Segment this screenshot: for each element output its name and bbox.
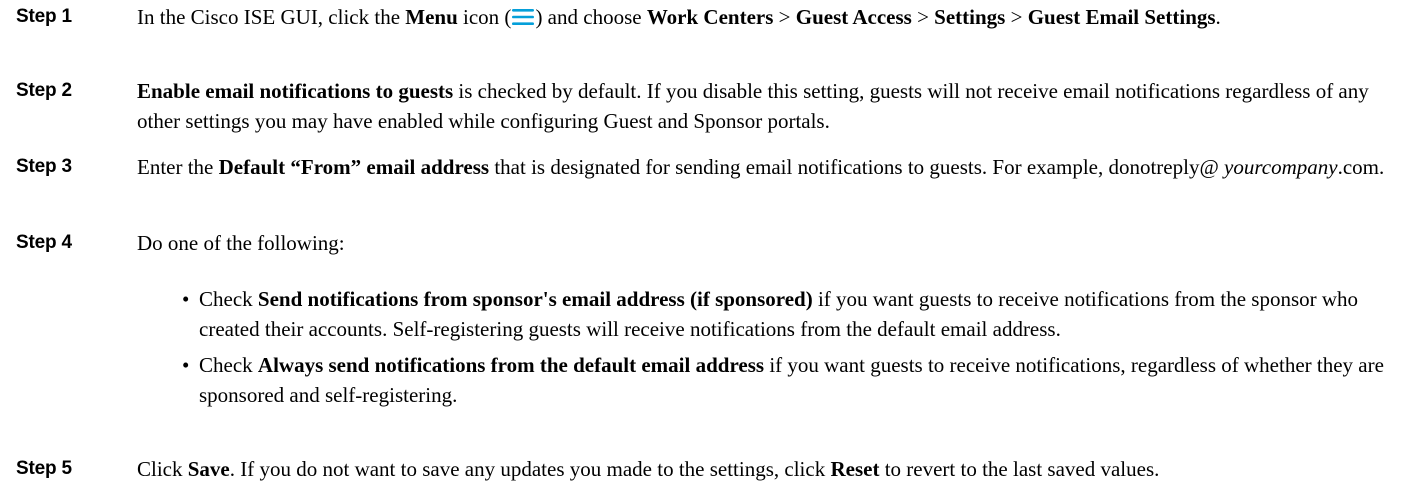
list-item: • Check Send notifications from sponsor's… [182, 284, 1422, 344]
reset-term: Reset [830, 457, 880, 481]
menu-path-guest-email-settings: Guest Email Settings [1027, 5, 1216, 29]
step-text: In the Cisco ISE GUI, click the Menu ico… [137, 2, 1417, 32]
step-text: Click Save. If you do not want to save a… [137, 454, 1417, 484]
step-text: Enter the Default “From” email address t… [137, 152, 1417, 182]
text-run: .com. [1337, 155, 1385, 179]
menu-path-guest-access: Guest Access [795, 5, 912, 29]
text-run: to revert to the last saved values. [879, 457, 1160, 481]
step-4-options: • Check Send notifications from sponsor's… [182, 284, 1422, 410]
step-label: Step 1 [16, 6, 72, 27]
text-run: icon ( [457, 5, 512, 29]
text-run: Check [199, 287, 258, 311]
setting-name: Enable email notifications to guests [137, 79, 454, 103]
option-name: Always send notifications from the defau… [257, 353, 765, 377]
document-page: { "steps": [ { "label": "Step 1", "segme… [0, 0, 1426, 492]
text-run: Enter the [137, 155, 219, 179]
text-run: Click [137, 457, 188, 481]
menu-path-work-centers: Work Centers [646, 5, 774, 29]
bullet-icon: • [182, 353, 190, 377]
step-label: Step 2 [16, 80, 72, 101]
step-text: Enable email notifications to guests is … [137, 76, 1417, 136]
path-separator: > [773, 5, 796, 29]
menu-term: Menu [405, 5, 458, 29]
text-run: In the Cisco ISE GUI, click the [137, 5, 406, 29]
text-run: Do one of the following: [137, 231, 345, 255]
text-run: that is designated for sending email not… [489, 155, 1225, 179]
option-name: Send notifications from sponsor's email … [257, 287, 813, 311]
step-label: Step 4 [16, 232, 72, 253]
bullet-icon: • [182, 287, 190, 311]
text-run: Check [199, 353, 258, 377]
path-separator: > [911, 5, 935, 29]
placeholder-text: yourcompany [1224, 155, 1338, 179]
setting-name: Default “From” email address [218, 155, 490, 179]
step-label: Step 3 [16, 156, 72, 177]
list-item: • Check Always send notifications from th… [182, 350, 1422, 410]
hamburger-menu-icon [512, 9, 535, 25]
text-run: . If you do not want to save any updates… [229, 457, 831, 481]
menu-path-settings: Settings [934, 5, 1006, 29]
path-separator: > [1005, 5, 1028, 29]
step-text: Do one of the following: [137, 228, 1417, 258]
save-term: Save [187, 457, 230, 481]
step-label: Step 5 [16, 458, 72, 479]
text-run: . [1215, 5, 1221, 29]
text-run: ) and choose [535, 5, 647, 29]
